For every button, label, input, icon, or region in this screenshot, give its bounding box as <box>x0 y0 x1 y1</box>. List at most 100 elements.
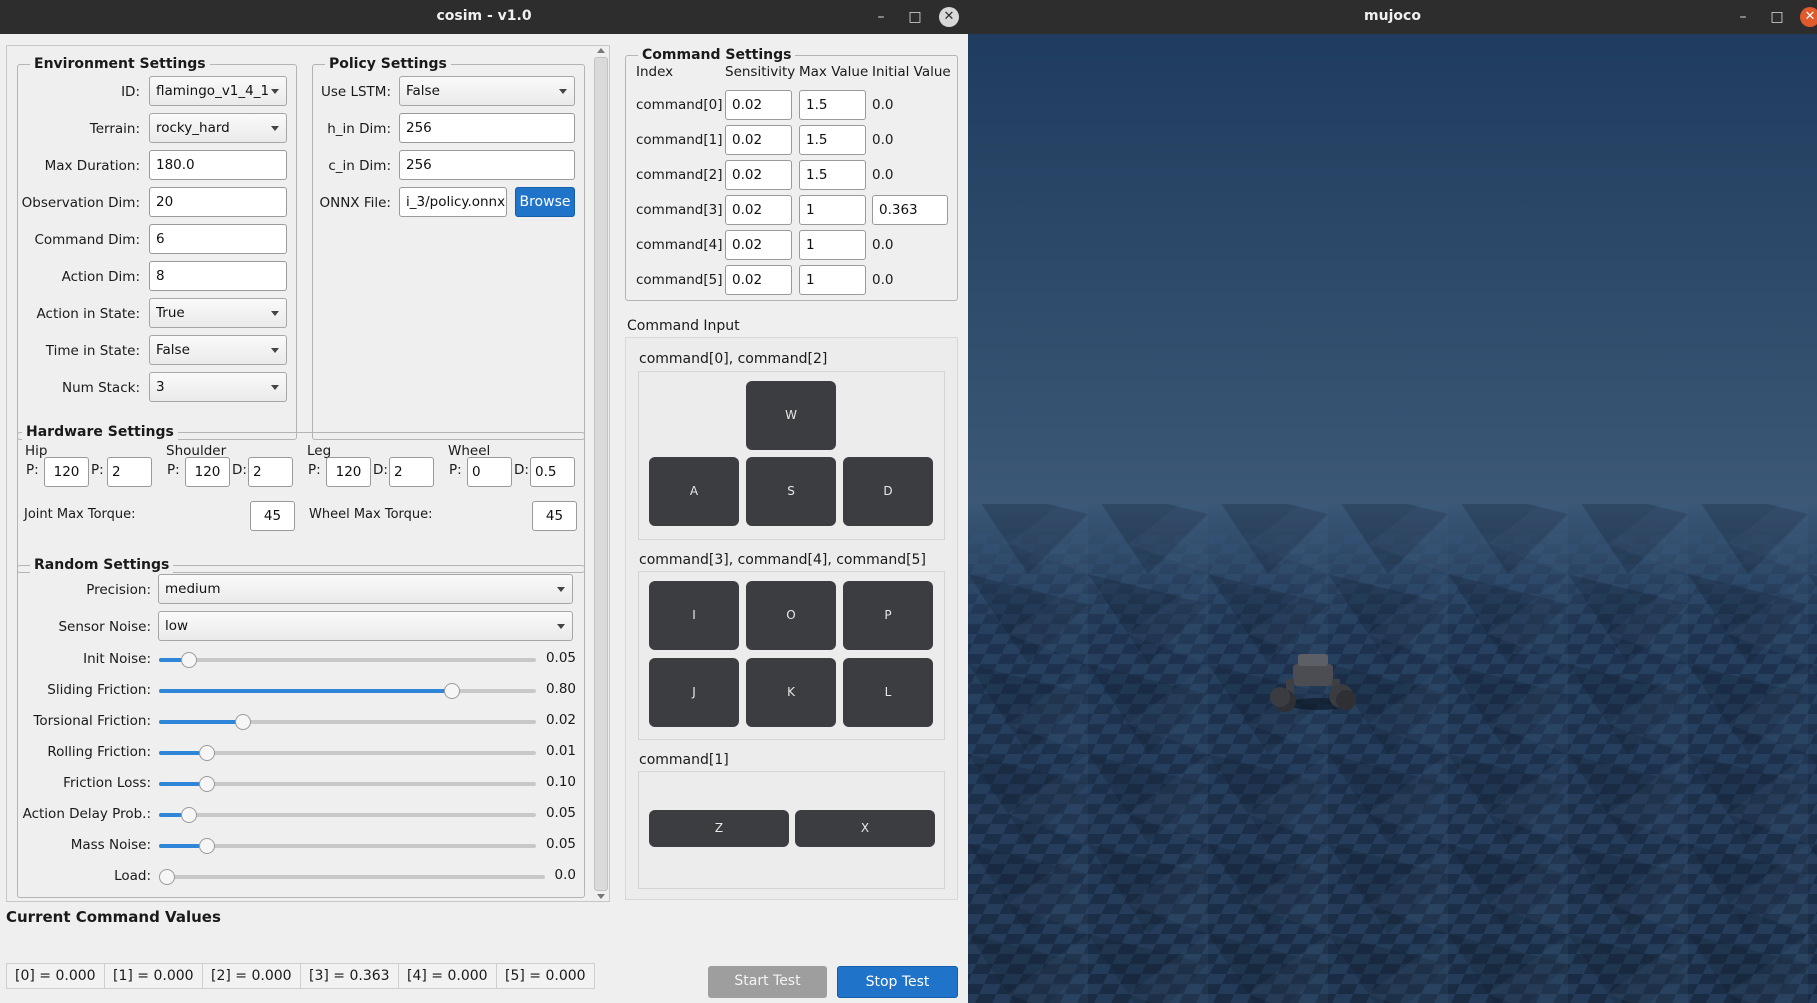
vertical-scrollbar[interactable] <box>593 46 609 901</box>
id-select[interactable]: flamingo_v1_4_1 <box>149 76 287 106</box>
command-settings-title: Command Settings <box>638 47 796 63</box>
id-value: flamingo_v1_4_1 <box>156 83 270 99</box>
slider-handle[interactable] <box>159 869 175 885</box>
slider-track[interactable] <box>159 714 536 730</box>
sensitivity-input[interactable]: 0.02 <box>725 160 792 190</box>
time-in-state-select[interactable]: False <box>149 335 287 365</box>
joint-max-torque-label: Joint Max Torque: <box>24 507 136 522</box>
dropdown-arrow-icon <box>271 89 279 94</box>
wheel-d-input[interactable]: 0.5 <box>530 457 575 487</box>
leg-d-input[interactable]: 2 <box>389 457 434 487</box>
terrain-select[interactable]: rocky_hard <box>149 113 287 143</box>
hip-d-input[interactable]: 2 <box>107 457 152 487</box>
scroll-down-icon[interactable] <box>597 894 605 899</box>
num-stack-value: 3 <box>156 379 165 395</box>
onnx-file-input[interactable]: i_3/policy.onnx <box>399 187 507 217</box>
key-z-button[interactable]: Z <box>649 810 789 847</box>
close-icon[interactable]: ✕ <box>1800 7 1817 27</box>
wheel-p-input[interactable]: 0 <box>467 457 512 487</box>
keygroup2-label: command[3], command[4], command[5] <box>639 552 926 568</box>
slider-handle[interactable] <box>198 776 215 792</box>
sensitivity-input[interactable]: 0.02 <box>725 195 792 225</box>
key-p-button[interactable]: P <box>843 581 933 650</box>
shoulder-d-input[interactable]: 2 <box>248 457 293 487</box>
slider-handle[interactable] <box>198 745 215 761</box>
sensitivity-input[interactable]: 0.02 <box>725 125 792 155</box>
command-dim-input[interactable]: 6 <box>149 224 287 254</box>
slider-handle[interactable] <box>180 652 197 668</box>
start-test-button[interactable]: Start Test <box>708 966 827 998</box>
slider-track[interactable] <box>159 869 545 885</box>
minimize-icon[interactable]: – <box>871 7 891 27</box>
initial-value-label: 0.0 <box>872 132 894 148</box>
initial-value-input[interactable]: 0.363 <box>872 195 948 225</box>
wheel-max-torque-input[interactable]: 45 <box>532 501 577 531</box>
key-i-button[interactable]: I <box>649 581 739 650</box>
initial-value-label: 0.0 <box>872 237 894 253</box>
max-value-input[interactable]: 1 <box>799 230 866 260</box>
num-stack-select[interactable]: 3 <box>149 372 287 402</box>
key-o-button[interactable]: O <box>746 581 836 650</box>
minimize-icon[interactable]: – <box>1733 7 1753 27</box>
sensor-noise-select[interactable]: low <box>158 611 573 641</box>
scroll-up-icon[interactable] <box>597 48 605 53</box>
hip-p-input[interactable]: 120 <box>44 457 89 487</box>
max-value-input[interactable]: 1.5 <box>799 90 866 120</box>
key-a-button[interactable]: A <box>649 457 739 526</box>
sensitivity-input[interactable]: 0.02 <box>725 230 792 260</box>
slider-fill <box>159 720 239 724</box>
sensitivity-input[interactable]: 0.02 <box>725 90 792 120</box>
cosim-title: cosim - v1.0 <box>436 8 532 24</box>
stop-test-button[interactable]: Stop Test <box>837 966 958 998</box>
slider-handle[interactable] <box>180 807 197 823</box>
slider-handle[interactable] <box>444 683 461 699</box>
slider-track[interactable] <box>159 776 536 792</box>
simulation-viewport[interactable] <box>968 34 1817 1003</box>
joint-max-torque-input[interactable]: 45 <box>250 501 295 531</box>
leg-p-input[interactable]: 120 <box>326 457 371 487</box>
terrain-value: rocky_hard <box>156 120 230 136</box>
h-in-dim-input[interactable]: 256 <box>399 113 575 143</box>
time-in-state-label: Time in State: <box>45 343 140 359</box>
dropdown-arrow-icon <box>271 348 279 353</box>
slider-handle[interactable] <box>234 714 251 730</box>
keygroup2-panel: I O P J K L <box>638 571 945 740</box>
action-in-state-select[interactable]: True <box>149 298 287 328</box>
browse-button[interactable]: Browse <box>515 187 575 217</box>
key-s-button[interactable]: S <box>746 457 836 526</box>
key-j-button[interactable]: J <box>649 658 739 727</box>
observation-dim-input[interactable]: 20 <box>149 187 287 217</box>
key-k-button[interactable]: K <box>746 658 836 727</box>
slider-label: Action Delay Prob.: <box>22 806 151 822</box>
max-value-input[interactable]: 1 <box>799 195 866 225</box>
shoulder-p-input[interactable]: 120 <box>185 457 230 487</box>
scroll-thumb[interactable] <box>594 57 608 891</box>
max-value-input[interactable]: 1 <box>799 265 866 295</box>
keygroup1-label: command[0], command[2] <box>639 351 828 367</box>
key-l-button[interactable]: L <box>843 658 933 727</box>
precision-select[interactable]: medium <box>158 574 573 604</box>
max-value-input[interactable]: 1.5 <box>799 160 866 190</box>
key-x-button[interactable]: X <box>795 810 935 847</box>
slider-track[interactable] <box>159 652 536 668</box>
key-d-button[interactable]: D <box>843 457 933 526</box>
slider-track[interactable] <box>159 683 536 699</box>
slider-track[interactable] <box>159 745 536 761</box>
sensitivity-input[interactable]: 0.02 <box>725 265 792 295</box>
close-icon[interactable]: ✕ <box>939 7 959 27</box>
environment-settings-group: Environment Settings ID: flamingo_v1_4_1… <box>17 56 297 440</box>
c-in-dim-input[interactable]: 256 <box>399 150 575 180</box>
key-w-button[interactable]: W <box>746 381 836 450</box>
keygroup3-label: command[1] <box>639 752 729 768</box>
maximize-icon[interactable]: □ <box>1767 7 1787 27</box>
slider-track[interactable] <box>159 838 536 854</box>
slider-handle[interactable] <box>198 838 215 854</box>
action-dim-label: Action Dim: <box>61 269 140 285</box>
command-index-label: command[5] <box>636 272 723 288</box>
max-duration-input[interactable]: 180.0 <box>149 150 287 180</box>
use-lstm-select[interactable]: False <box>399 76 575 106</box>
slider-track[interactable] <box>159 807 536 823</box>
action-dim-input[interactable]: 8 <box>149 261 287 291</box>
maximize-icon[interactable]: □ <box>905 7 925 27</box>
max-value-input[interactable]: 1.5 <box>799 125 866 155</box>
